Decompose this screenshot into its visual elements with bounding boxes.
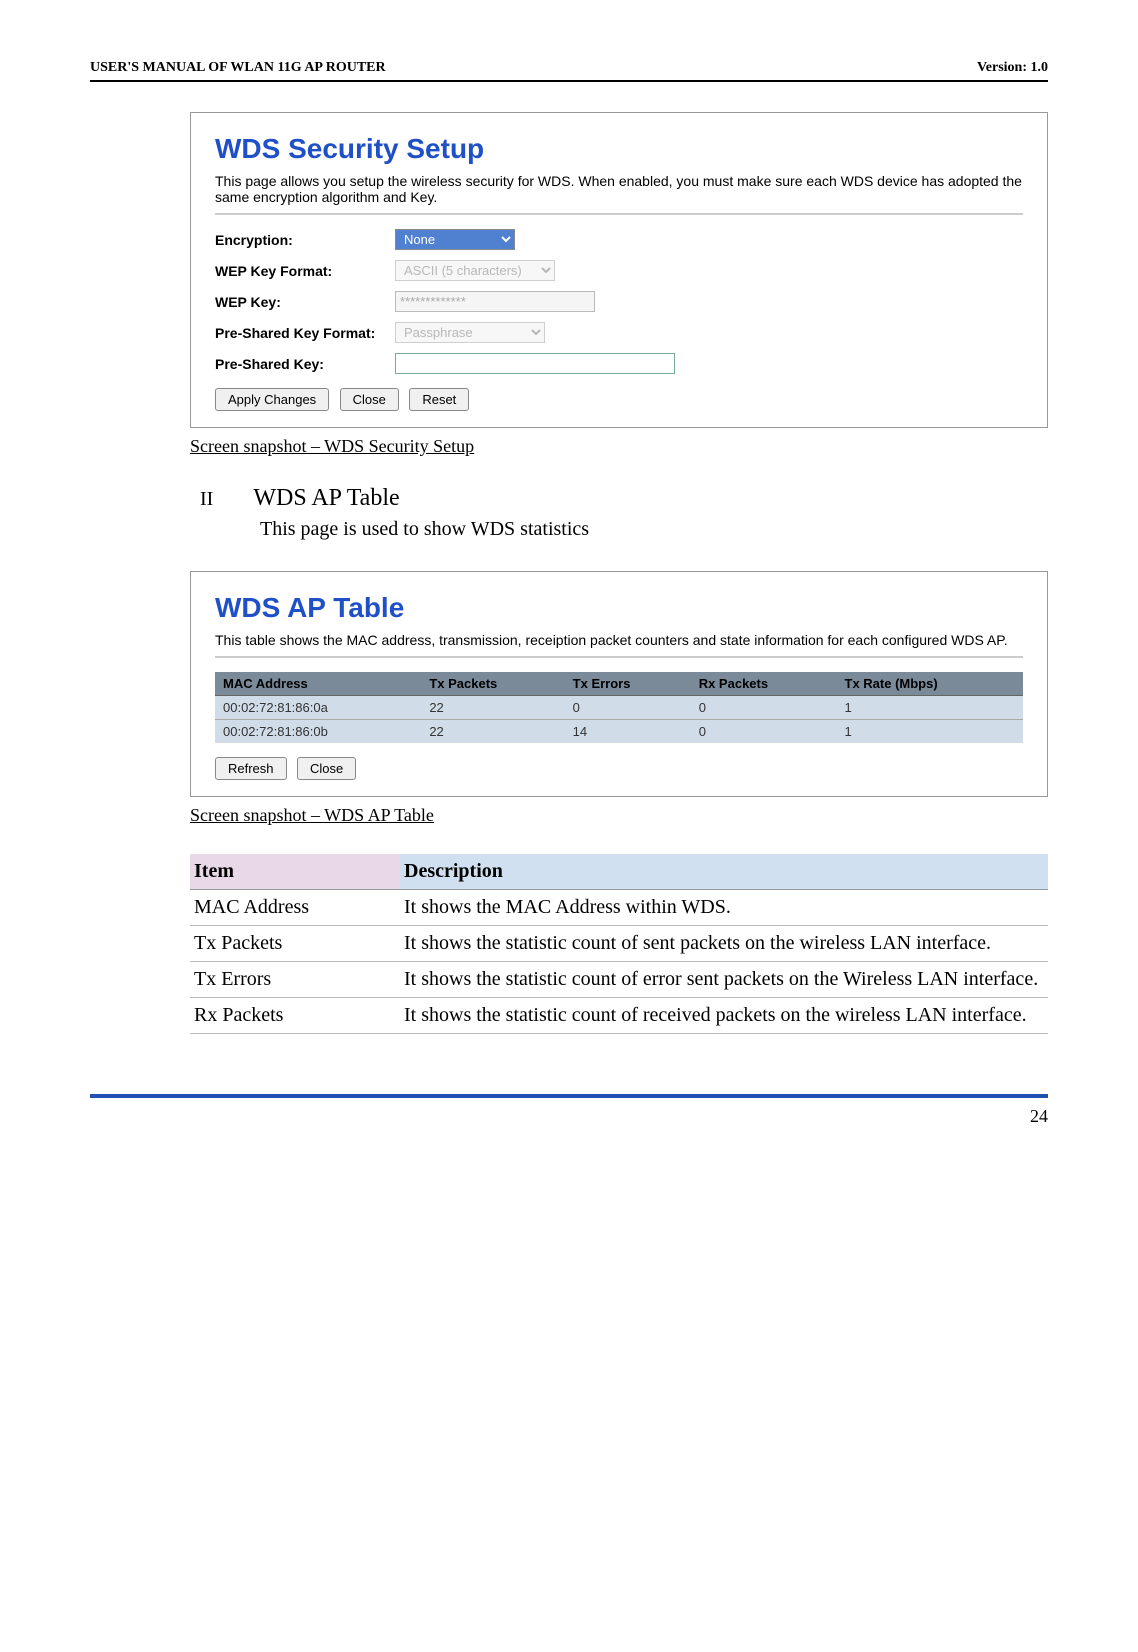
preshfmt-select: Passphrase: [395, 322, 545, 343]
header-rule: [90, 80, 1048, 82]
col-txerrors: Tx Errors: [565, 672, 691, 696]
header-right: Version: 1.0: [977, 60, 1048, 76]
close-button[interactable]: Close: [340, 388, 399, 411]
col-txpackets: Tx Packets: [421, 672, 564, 696]
footer-rule: [90, 1094, 1048, 1098]
wepkeyfmt-select: ASCII (5 characters): [395, 260, 555, 281]
wepkey-input: [395, 291, 595, 312]
section-roman: II: [200, 488, 213, 511]
section-heading: II WDS AP Table: [200, 485, 1048, 512]
header-left: USER'S MANUAL OF WLAN 11G AP ROUTER: [90, 60, 386, 76]
wepkeyfmt-label: WEP Key Format:: [215, 263, 395, 279]
preshfmt-label: Pre-Shared Key Format:: [215, 325, 395, 341]
table-row: Rx Packets It shows the statistic count …: [190, 998, 1048, 1034]
panel-divider: [215, 213, 1023, 215]
panel-desc: This page allows you setup the wireless …: [215, 173, 1023, 205]
panel-title: WDS AP Table: [215, 592, 1023, 624]
panel-desc: This table shows the MAC address, transm…: [215, 632, 1023, 648]
item-description-table: Item Description MAC Address It shows th…: [190, 854, 1048, 1034]
wds-ap-table: MAC Address Tx Packets Tx Errors Rx Pack…: [215, 672, 1023, 743]
wds-ap-table-panel: WDS AP Table This table shows the MAC ad…: [190, 571, 1048, 797]
wepkey-label: WEP Key:: [215, 294, 395, 310]
page-number: 24: [90, 1106, 1048, 1127]
col-mac: MAC Address: [215, 672, 421, 696]
panel-divider: [215, 656, 1023, 658]
panel-title: WDS Security Setup: [215, 133, 1023, 165]
col-txrate: Tx Rate (Mbps): [837, 672, 1023, 696]
table-row: 00:02:72:81:86:0a 22 0 0 1: [215, 696, 1023, 720]
section-title: WDS AP Table: [253, 485, 399, 512]
section-body: This page is used to show WDS statistics: [260, 518, 1048, 541]
preshkey-label: Pre-Shared Key:: [215, 356, 395, 372]
caption-wds-security: Screen snapshot – WDS Security Setup: [190, 436, 1048, 457]
caption-wds-ap-table: Screen snapshot – WDS AP Table: [190, 805, 1048, 826]
table-row: MAC Address It shows the MAC Address wit…: [190, 890, 1048, 926]
reset-button[interactable]: Reset: [409, 388, 469, 411]
table-row: Tx Errors It shows the statistic count o…: [190, 962, 1048, 998]
page-header: USER'S MANUAL OF WLAN 11G AP ROUTER Vers…: [90, 60, 1048, 76]
col-description: Description: [400, 854, 1048, 890]
encryption-label: Encryption:: [215, 232, 395, 248]
apply-changes-button[interactable]: Apply Changes: [215, 388, 329, 411]
wds-security-panel: WDS Security Setup This page allows you …: [190, 112, 1048, 428]
encryption-select[interactable]: None: [395, 229, 515, 250]
table-row: Tx Packets It shows the statistic count …: [190, 926, 1048, 962]
close-button[interactable]: Close: [297, 757, 356, 780]
table-row: 00:02:72:81:86:0b 22 14 0 1: [215, 720, 1023, 744]
preshkey-input[interactable]: [395, 353, 675, 374]
refresh-button[interactable]: Refresh: [215, 757, 287, 780]
col-item: Item: [190, 854, 400, 890]
col-rxpackets: Rx Packets: [691, 672, 837, 696]
